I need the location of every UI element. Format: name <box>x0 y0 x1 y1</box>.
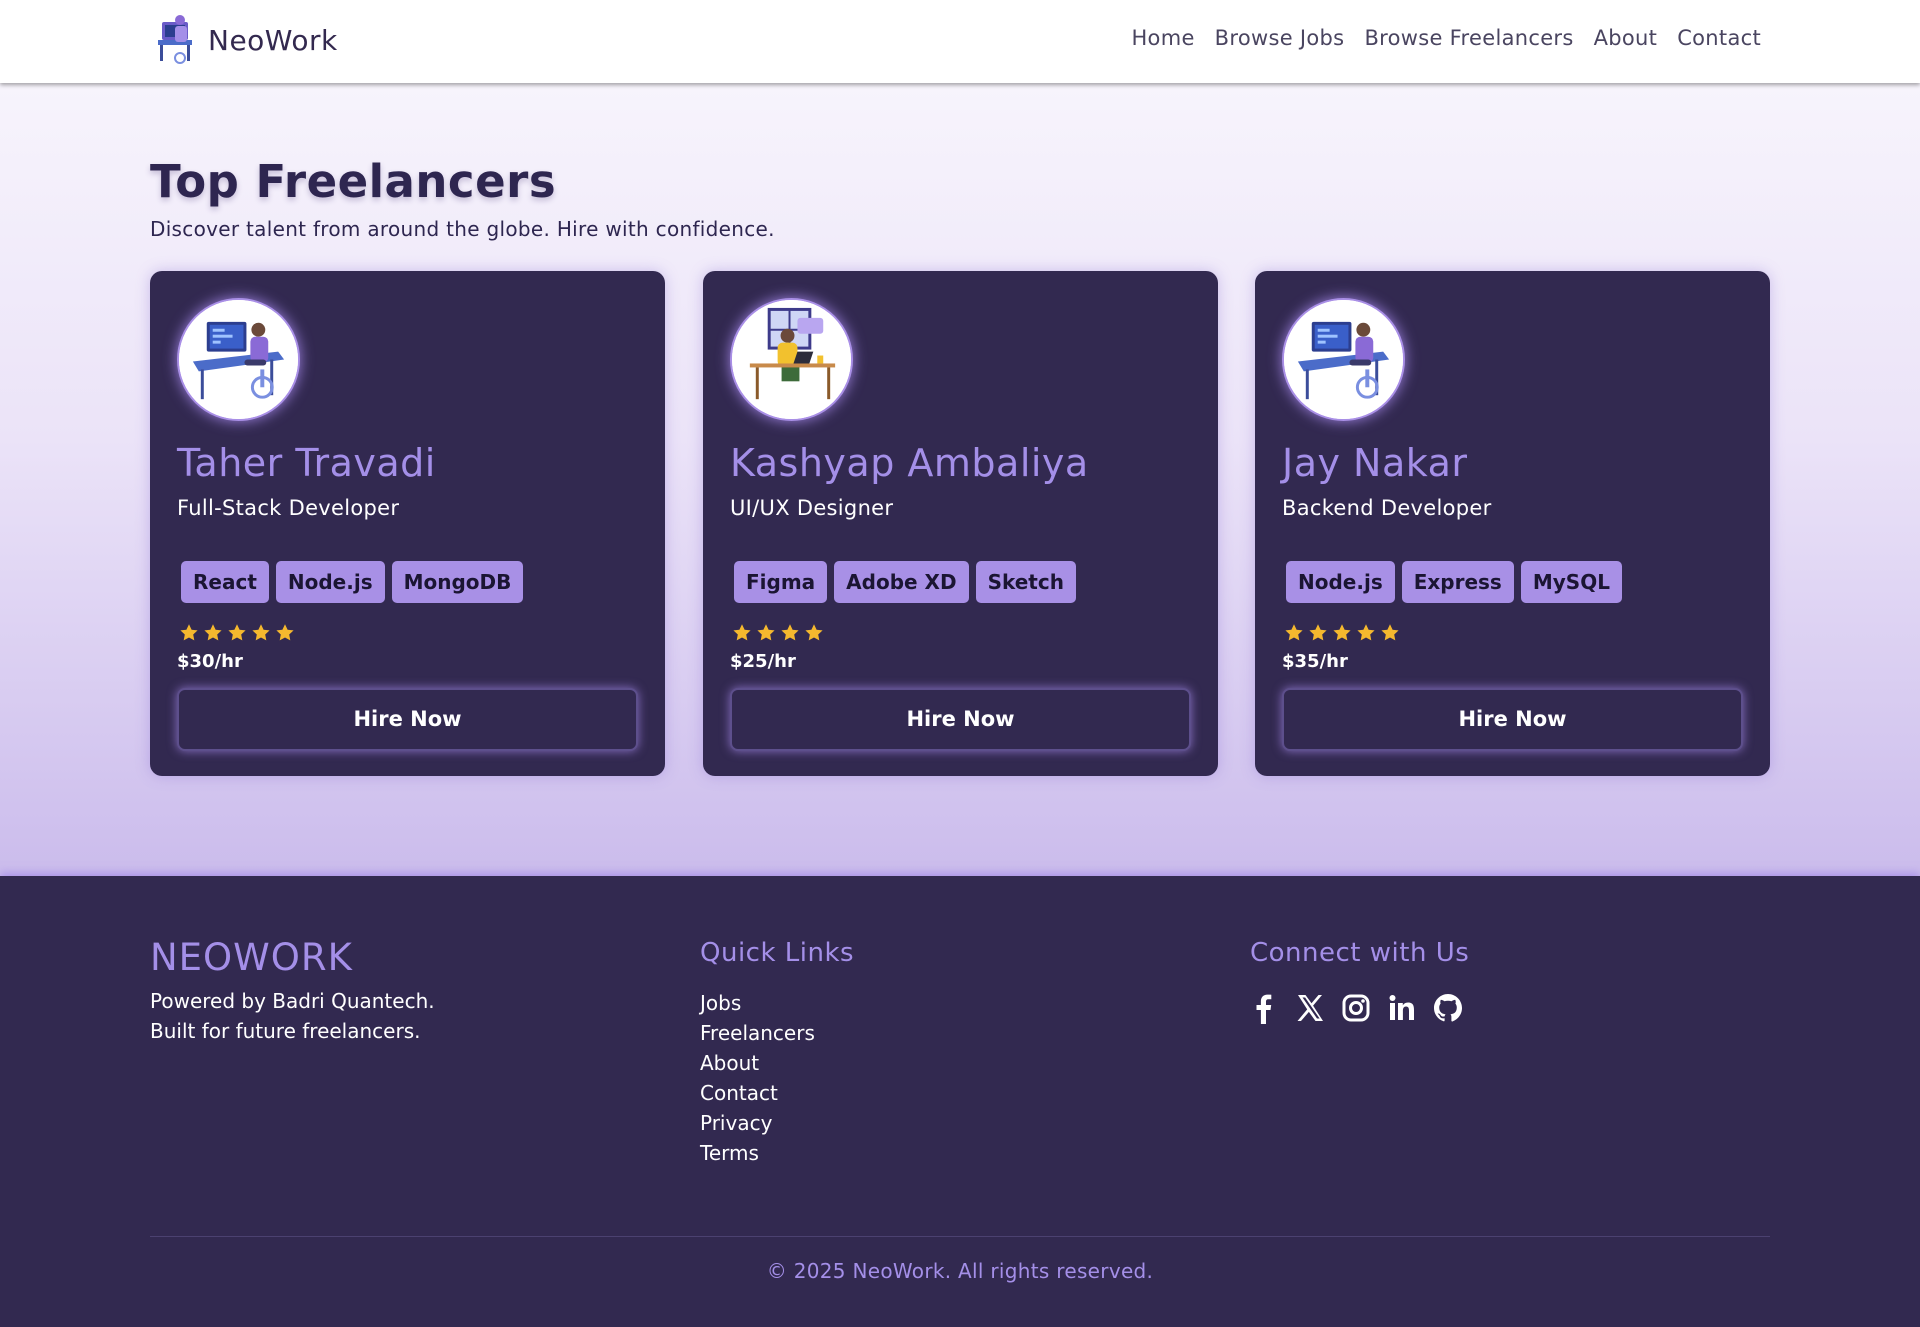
footer-tagline: Powered by Badri Quantech. <box>150 989 435 1013</box>
brand-link[interactable]: NeoWork <box>150 14 338 66</box>
star-icon <box>276 624 294 641</box>
freelancers-section: Top Freelancers Discover talent from aro… <box>0 83 1920 876</box>
rating-stars <box>732 623 824 643</box>
skill-tags: React Node.js MongoDB <box>181 561 524 603</box>
brand-name: NeoWork <box>208 23 338 57</box>
star-icon <box>1309 624 1327 641</box>
freelancer-card: Taher Travadi Full-Stack Developer React… <box>150 271 665 776</box>
skill-tag: MongoDB <box>391 561 524 603</box>
rating-stars <box>1284 623 1400 643</box>
neowork-logo-icon <box>158 15 192 64</box>
freelancer-card: Kashyap Ambaliya UI/UX Designer Figma Ad… <box>703 271 1218 776</box>
footer: NEOWORK Powered by Badri Quantech. Built… <box>0 876 1920 1327</box>
freelancer-role: UI/UX Designer <box>730 496 894 520</box>
connect-heading: Connect with Us <box>1250 938 1470 968</box>
star-icon <box>1333 624 1351 641</box>
star-icon <box>204 624 222 641</box>
developer-at-desk-illustration-icon <box>1284 300 1403 419</box>
freelancer-card: Jay Nakar Backend Developer Node.js Expr… <box>1255 271 1770 776</box>
nav-browse-jobs[interactable]: Browse Jobs <box>1215 26 1345 50</box>
navbar: NeoWork Home Browse Jobs Browse Freelanc… <box>0 0 1920 83</box>
nav-links: Home Browse Jobs Browse Freelancers Abou… <box>1131 26 1761 50</box>
nav-browse-freelancers[interactable]: Browse Freelancers <box>1364 26 1573 50</box>
freelancer-name: Kashyap Ambaliya <box>730 441 1089 485</box>
star-icon <box>805 624 823 641</box>
skill-tags: Figma Adobe XD Sketch <box>734 561 1076 603</box>
footer-link-jobs[interactable]: Jobs <box>700 988 815 1018</box>
skill-tags: Node.js Express MySQL <box>1286 561 1622 603</box>
star-icon <box>1357 624 1375 641</box>
star-icon <box>757 624 775 641</box>
designer-with-laptop-illustration-icon <box>732 300 851 419</box>
star-icon <box>781 624 799 641</box>
footer-divider <box>150 1236 1770 1237</box>
footer-brand: NEOWORK <box>150 936 353 979</box>
skill-tag: MySQL <box>1520 561 1622 603</box>
quick-links: Jobs Freelancers About Contact Privacy T… <box>700 988 815 1168</box>
star-icon <box>733 624 751 641</box>
hourly-rate: $25/hr <box>730 651 796 672</box>
footer-link-about[interactable]: About <box>700 1048 815 1078</box>
page-title: Top Freelancers <box>150 155 557 208</box>
star-icon <box>1381 624 1399 641</box>
skill-tag: Node.js <box>275 561 385 603</box>
freelancer-name: Jay Nakar <box>1282 441 1468 485</box>
footer-tagline: Built for future freelancers. <box>150 1019 421 1043</box>
footer-link-freelancers[interactable]: Freelancers <box>700 1018 815 1048</box>
hire-now-button[interactable]: Hire Now <box>177 688 638 751</box>
skill-tag: Node.js <box>1286 561 1395 603</box>
page-subtitle: Discover talent from around the globe. H… <box>150 217 775 241</box>
x-icon[interactable] <box>1294 992 1326 1024</box>
nav-about[interactable]: About <box>1594 26 1658 50</box>
hourly-rate: $30/hr <box>177 651 243 672</box>
nav-home[interactable]: Home <box>1131 26 1194 50</box>
freelancer-role: Full-Stack Developer <box>177 496 400 520</box>
freelancer-role: Backend Developer <box>1282 496 1492 520</box>
github-icon[interactable] <box>1432 992 1464 1024</box>
copyright: © 2025 NeoWork. All rights reserved. <box>766 1259 1154 1283</box>
quick-links-heading: Quick Links <box>700 938 855 968</box>
skill-tag: Adobe XD <box>834 561 969 603</box>
hourly-rate: $35/hr <box>1282 651 1348 672</box>
nav-contact[interactable]: Contact <box>1677 26 1761 50</box>
social-links <box>1248 992 1464 1024</box>
freelancer-avatar <box>177 298 300 421</box>
freelancer-name: Taher Travadi <box>177 441 436 485</box>
star-icon <box>252 624 270 641</box>
freelancer-avatar <box>1282 298 1405 421</box>
facebook-icon[interactable] <box>1248 992 1280 1024</box>
skill-tag: React <box>181 561 269 603</box>
developer-at-desk-illustration-icon <box>179 300 298 419</box>
footer-link-contact[interactable]: Contact <box>700 1078 815 1108</box>
footer-link-terms[interactable]: Terms <box>700 1138 815 1168</box>
footer-link-privacy[interactable]: Privacy <box>700 1108 815 1138</box>
hire-now-button[interactable]: Hire Now <box>730 688 1191 751</box>
hire-now-button[interactable]: Hire Now <box>1282 688 1743 751</box>
freelancer-avatar <box>730 298 853 421</box>
skill-tag: Express <box>1401 561 1514 603</box>
star-icon <box>180 624 198 641</box>
star-icon <box>228 624 246 641</box>
star-icon <box>1285 624 1303 641</box>
instagram-icon[interactable] <box>1340 992 1372 1024</box>
skill-tag: Figma <box>734 561 828 603</box>
skill-tag: Sketch <box>975 561 1076 603</box>
rating-stars <box>179 623 295 643</box>
linkedin-icon[interactable] <box>1386 992 1418 1024</box>
